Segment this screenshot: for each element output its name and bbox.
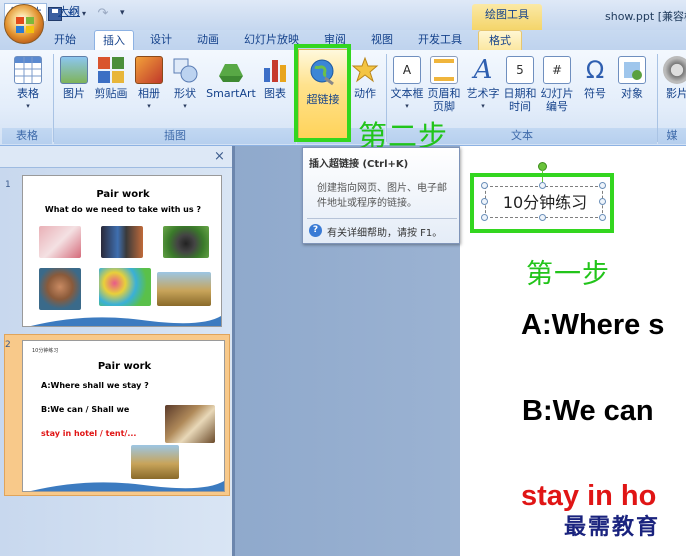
clipart-icon (97, 56, 125, 84)
header-footer-button[interactable]: 页眉和 页脚 (426, 56, 462, 113)
resize-handle[interactable] (599, 182, 606, 189)
office-logo-icon (16, 17, 34, 33)
header-footer-icon (430, 56, 458, 84)
tab-view[interactable]: 视图 (371, 30, 393, 50)
resize-handle[interactable] (599, 214, 606, 221)
tooltip-description: 创建指向网页、图片、电子邮件地址或程序的链接。 (317, 183, 447, 209)
thumb1-image-camera (163, 226, 209, 258)
group-illustrations-label: 插图 (54, 128, 296, 144)
tab-animations[interactable]: 动画 (197, 30, 219, 50)
thumb1-title: Pair work (96, 189, 150, 200)
thumb2-corner-text: 10分钟练习 (32, 348, 59, 354)
tooltip-divider (307, 218, 457, 219)
calendar-icon: 5 (506, 56, 534, 84)
table-icon (14, 56, 42, 84)
help-icon: ? (309, 224, 322, 237)
picture-icon (60, 56, 88, 84)
slide-line-b: B:We can (522, 395, 654, 427)
wordart-button[interactable]: A 艺术字 ▾ (465, 56, 501, 113)
pane-splitter[interactable] (232, 146, 235, 556)
tab-format[interactable]: 格式 (478, 30, 522, 50)
shapes-icon (171, 56, 199, 84)
textbox-text[interactable]: 10分钟练习 (488, 189, 602, 213)
resize-handle[interactable] (481, 182, 488, 189)
chart-icon (261, 56, 289, 84)
thumb2-wave-decoration (31, 481, 224, 491)
picture-button[interactable]: 图片 (58, 56, 90, 100)
thumb1-image-swimsuits (101, 226, 143, 258)
redo-icon[interactable]: ↷ (96, 7, 110, 21)
object-button[interactable]: 对象 (614, 56, 650, 100)
slide-thumbnail-2[interactable]: 10分钟练习 Pair work A:Where shall we stay ?… (22, 340, 225, 492)
thumb1-image-sunglasses (39, 268, 81, 310)
object-icon (618, 56, 646, 84)
action-icon (351, 56, 379, 84)
step1-annotation: 第一步 (526, 259, 610, 290)
resize-handle[interactable] (481, 198, 488, 205)
thumb1-subtitle: What do we need to take with us ? (44, 205, 202, 214)
datetime-button[interactable]: 5 日期和 时间 (503, 56, 537, 113)
omega-icon: Ω (585, 56, 605, 84)
thumb2-image-hotel (165, 405, 215, 443)
album-button[interactable]: 相册 ▾ (134, 56, 164, 113)
chart-button[interactable]: 图表 (260, 56, 290, 100)
tooltip-title: 插入超链接 (Ctrl+K) (309, 159, 409, 170)
watermark: 最需教育 (564, 514, 661, 540)
tooltip-help-text: 有关详细帮助，请按 F1。 (327, 228, 443, 239)
customize-qat-icon[interactable]: ▾ (120, 8, 125, 18)
resize-handle[interactable] (481, 214, 488, 221)
movie-button[interactable]: 影片 (662, 56, 686, 100)
tab-outline[interactable]: 大纲 (54, 3, 84, 21)
symbol-button[interactable]: Ω 符号 (579, 56, 611, 100)
wordart-dropdown-icon: ▾ (481, 102, 485, 110)
group-tables-label: 表格 (2, 128, 52, 144)
thumb2-line1: A:Where shall we stay ? (41, 381, 149, 390)
resize-handle[interactable] (539, 214, 546, 221)
thumb1-image-tent (157, 272, 211, 306)
tab-design[interactable]: 设计 (150, 30, 172, 50)
thumb2-image-tent (131, 445, 179, 479)
slide-number: 1 (5, 180, 11, 190)
action-button[interactable]: 动作 (350, 56, 380, 100)
tab-home[interactable]: 开始 (54, 30, 76, 50)
wordart-icon: A (473, 55, 493, 85)
table-dropdown-icon: ▾ (26, 102, 30, 110)
step2-highlight-box (294, 44, 351, 142)
album-icon (135, 56, 163, 84)
shapes-button[interactable]: 形状 ▾ (170, 56, 200, 113)
slide-thumbnail-1[interactable]: Pair work What do we need to take with u… (22, 175, 222, 327)
smartart-button[interactable]: SmartArt (206, 56, 256, 100)
textbox-button[interactable]: A 文本框 ▾ (390, 56, 424, 113)
thumb2-line3: stay in hotel / tent/... (41, 429, 137, 438)
slide-number-icon: # (543, 56, 571, 84)
album-dropdown-icon: ▾ (147, 102, 151, 110)
tab-developer[interactable]: 开发工具 (418, 30, 462, 50)
resize-handle[interactable] (539, 182, 546, 189)
smartart-icon (217, 56, 245, 84)
drawing-tools-context-label: 绘图工具 (472, 4, 542, 30)
document-title: show.ppt [兼容模式] (605, 10, 686, 23)
shapes-dropdown-icon: ▾ (183, 102, 187, 110)
thumb2-title: Pair work (97, 361, 152, 372)
close-icon[interactable]: × (214, 149, 225, 164)
thumb2-line2: B:We can / Shall we (41, 405, 130, 414)
slide-number: 2 (5, 340, 11, 350)
hyperlink-tooltip: 插入超链接 (Ctrl+K) 创建指向网页、图片、电子邮件地址或程序的链接。 ?… (302, 147, 460, 244)
resize-handle[interactable] (599, 198, 606, 205)
slide-line-a: A:Where s (521, 309, 665, 341)
pane-tab-bar (0, 146, 232, 168)
table-button[interactable]: 表格 ▾ (10, 56, 46, 113)
textbox-dropdown-icon: ▾ (405, 102, 409, 110)
group-media-label: 媒 (658, 128, 686, 144)
thumb1-wave-decoration (30, 316, 221, 326)
office-button[interactable] (4, 4, 44, 44)
textbox-icon: A (393, 56, 421, 84)
slide-number-button[interactable]: # 幻灯片 编号 (539, 56, 575, 113)
tab-insert[interactable]: 插入 (94, 30, 134, 50)
clipart-button[interactable]: 剪贴画 (92, 56, 130, 100)
tab-slideshow[interactable]: 幻灯片放映 (244, 30, 299, 50)
film-reel-icon (663, 56, 686, 84)
thumb1-image-clothes (39, 226, 81, 258)
thumb1-image-hats (99, 268, 151, 306)
